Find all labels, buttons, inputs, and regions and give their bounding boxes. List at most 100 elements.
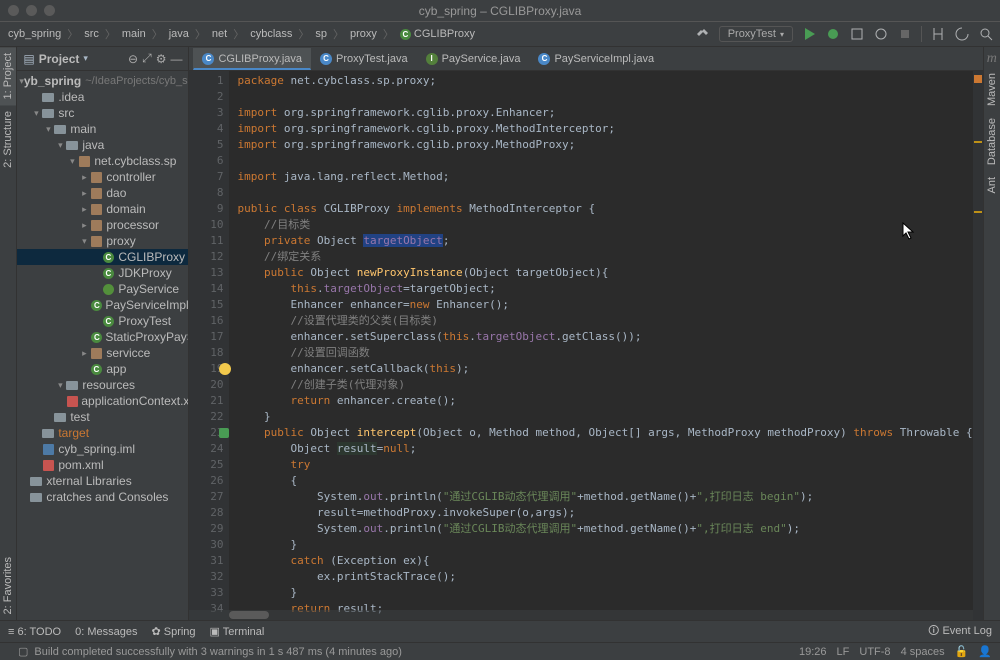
indent[interactable]: 4 spaces [901, 646, 945, 658]
gear-icon[interactable]: ⚙ [156, 52, 167, 66]
tree-item[interactable]: .idea [17, 89, 188, 105]
project-tree[interactable]: ▾ yb_spring ~/IdeaProjects/cyb_spring .i… [17, 71, 188, 507]
breadcrumb-segment[interactable]: net [210, 28, 229, 40]
chevron-down-icon[interactable]: ▾ [67, 156, 77, 167]
line-number[interactable]: 11 [189, 233, 223, 249]
tree-item[interactable]: test [17, 409, 188, 425]
line-number[interactable]: 15 [189, 297, 223, 313]
update-icon[interactable] [954, 26, 970, 42]
inspections-icon[interactable]: 👤 [978, 645, 992, 658]
search-icon[interactable] [978, 26, 994, 42]
tab-spring[interactable]: ✿ Spring [151, 625, 195, 638]
warning-marker[interactable] [974, 211, 982, 213]
line-number[interactable]: 30 [189, 537, 223, 553]
line-number[interactable]: 7 [189, 169, 223, 185]
profiler-icon[interactable] [873, 26, 889, 42]
maximize-icon[interactable] [44, 5, 55, 16]
line-number[interactable]: 22 [189, 409, 223, 425]
tree-item[interactable]: ▾resources [17, 377, 188, 393]
line-number[interactable]: 29 [189, 521, 223, 537]
tree-item[interactable]: target [17, 425, 188, 441]
chevron-right-icon[interactable]: ▸ [79, 172, 89, 183]
close-icon[interactable] [8, 5, 19, 16]
editor-tab[interactable]: CCGLIBProxy.java [193, 48, 311, 70]
line-number[interactable]: 9 [189, 201, 223, 217]
line-number[interactable]: 28 [189, 505, 223, 521]
vcs-icon[interactable] [930, 26, 946, 42]
expand-icon[interactable]: ⤢ [142, 51, 152, 66]
tree-item[interactable]: ▸servicce [17, 345, 188, 361]
breadcrumb-segment[interactable]: cyb_spring [6, 28, 63, 40]
tree-root[interactable]: ▾ yb_spring ~/IdeaProjects/cyb_spring [17, 73, 188, 89]
run-config-selector[interactable]: ProxyTest ▾ [719, 26, 793, 42]
breadcrumb-segment[interactable]: main [120, 28, 148, 40]
line-number[interactable]: 6 [189, 153, 223, 169]
tab-database[interactable]: Database [984, 112, 1000, 171]
encoding[interactable]: UTF-8 [859, 646, 890, 658]
tab-todo[interactable]: ≡ 6: TODO [8, 626, 61, 638]
line-number[interactable]: 17 [189, 329, 223, 345]
breadcrumb-segment[interactable]: java [167, 28, 191, 40]
minimize-icon[interactable] [26, 5, 37, 16]
tab-maven[interactable]: Maven [984, 67, 1000, 112]
caret-position[interactable]: 19:26 [799, 646, 827, 658]
line-number[interactable]: 20 [189, 377, 223, 393]
line-number[interactable]: 3 [189, 105, 223, 121]
tree-item[interactable]: ▾net.cybclass.sp [17, 153, 188, 169]
line-number[interactable]: 12 [189, 249, 223, 265]
stop-icon[interactable] [897, 26, 913, 42]
line-gutter[interactable]: 1234567891011121314151617181920212223242… [189, 71, 229, 620]
scrollbar-thumb[interactable] [229, 611, 269, 619]
breadcrumb-segment[interactable]: CCGLIBProxy [398, 28, 477, 40]
chevron-down-icon[interactable]: ▾ [55, 140, 65, 151]
tree-item[interactable]: CStaticProxyPayServiceImpl [17, 329, 188, 345]
tab-structure[interactable]: 2: Structure [0, 105, 16, 174]
line-number[interactable]: 5 [189, 137, 223, 153]
tab-favorites[interactable]: 2: Favorites [0, 551, 16, 620]
line-number[interactable]: 8 [189, 185, 223, 201]
tree-item[interactable]: ▾main [17, 121, 188, 137]
tree-item[interactable]: ▸dao [17, 185, 188, 201]
maven-icon[interactable]: m [987, 47, 997, 67]
run-icon[interactable] [801, 26, 817, 42]
tree-item[interactable]: cyb_spring.iml [17, 441, 188, 457]
tab-messages[interactable]: 0: Messages [75, 626, 137, 638]
line-number[interactable]: 4 [189, 121, 223, 137]
tree-item[interactable]: CPayServiceImpl [17, 297, 188, 313]
breadcrumb-segment[interactable]: proxy [348, 28, 379, 40]
chevron-down-icon[interactable]: ▾ [55, 380, 65, 391]
readonly-icon[interactable]: 🔓 [955, 645, 969, 658]
tree-item[interactable]: PayService [17, 281, 188, 297]
line-number[interactable]: 16 [189, 313, 223, 329]
line-number[interactable]: 23 [189, 425, 223, 441]
line-number[interactable]: 25 [189, 457, 223, 473]
breadcrumb-segment[interactable]: sp [313, 28, 329, 40]
chevron-right-icon[interactable]: ▸ [79, 220, 89, 231]
chevron-right-icon[interactable]: ▸ [79, 204, 89, 215]
breadcrumb-segment[interactable]: cybclass [248, 28, 294, 40]
editor-tab[interactable]: CPayServiceImpl.java [529, 48, 663, 70]
chevron-down-icon[interactable]: ▾ [31, 108, 41, 119]
horizontal-scrollbar[interactable] [189, 610, 972, 620]
breadcrumb[interactable]: cyb_spring〉src〉main〉java〉net〉cybclass〉sp… [6, 26, 477, 42]
tab-ant[interactable]: Ant [984, 171, 1000, 200]
line-number[interactable]: 33 [189, 585, 223, 601]
breadcrumb-segment[interactable]: src [82, 28, 101, 40]
line-number[interactable]: 32 [189, 569, 223, 585]
tree-item[interactable]: applicationContext.xml [17, 393, 188, 409]
hide-icon[interactable]: — [170, 52, 182, 66]
line-number[interactable]: 1 [189, 73, 223, 89]
warning-marker[interactable] [974, 75, 982, 83]
tree-item[interactable]: ▸controller [17, 169, 188, 185]
toolwindow-icon[interactable]: ▢ [18, 645, 28, 658]
line-number[interactable]: 2 [189, 89, 223, 105]
tree-item[interactable]: pom.xml [17, 457, 188, 473]
line-number[interactable]: 13 [189, 265, 223, 281]
code-area[interactable]: package net.cybclass.sp.proxy; import or… [229, 71, 972, 620]
tree-item[interactable]: ▾java [17, 137, 188, 153]
chevron-down-icon[interactable]: ▾ [83, 53, 88, 64]
editor-body[interactable]: 1234567891011121314151617181920212223242… [189, 71, 982, 620]
line-number[interactable]: 21 [189, 393, 223, 409]
tree-item[interactable]: Capp [17, 361, 188, 377]
line-number[interactable]: 14 [189, 281, 223, 297]
